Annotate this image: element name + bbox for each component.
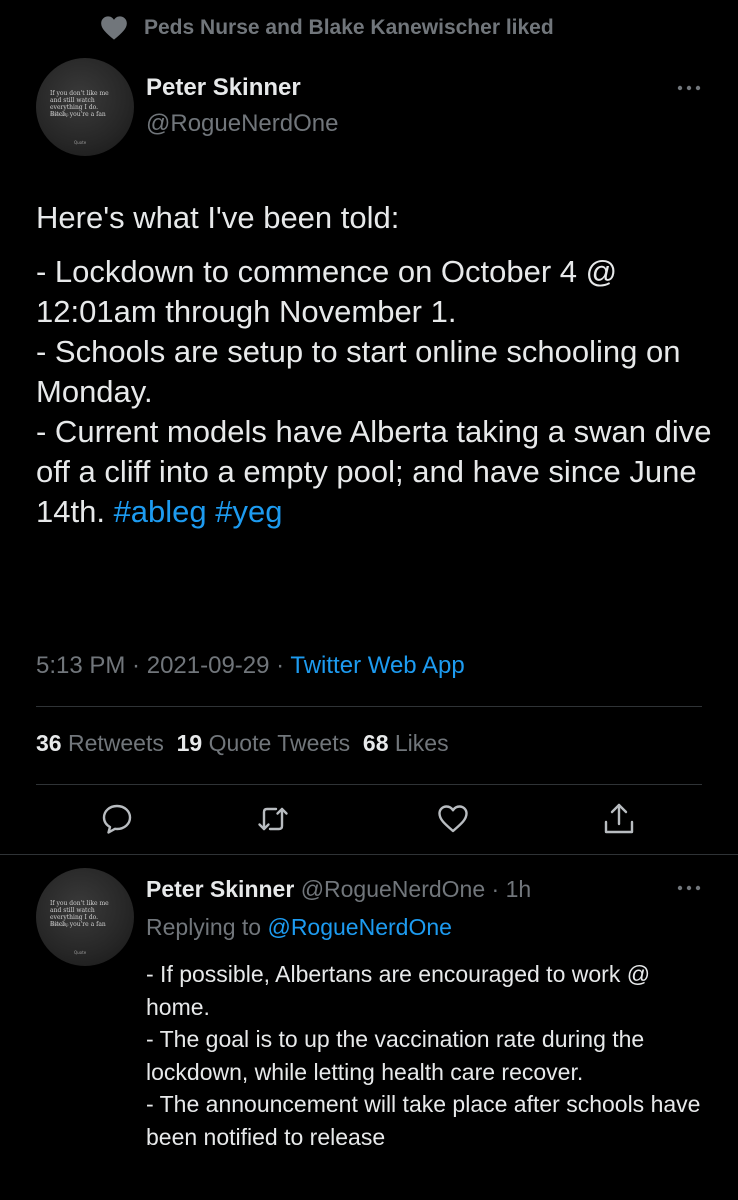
avatar-author: Unknown	[50, 922, 69, 927]
tweet-text: Here's what I've been told: - Lockdown t…	[36, 198, 716, 532]
replying-to-mention[interactable]: @RogueNerdOne	[267, 914, 451, 940]
quotes-stat[interactable]: 19 Quote Tweets	[177, 730, 350, 756]
reply-author-handle[interactable]: @RogueNerdOne	[301, 876, 485, 902]
tweet-line: Here's what I've been told:	[36, 200, 400, 235]
tweet-meta: 5:13 PM · 2021-09-29 · Twitter Web App	[36, 652, 465, 679]
social-context[interactable]: Peds Nurse and Blake Kanewischer liked	[100, 10, 554, 46]
likes-stat[interactable]: 68 Likes	[363, 730, 449, 756]
author-handle[interactable]: @RogueNerdOne	[146, 110, 338, 138]
divider	[36, 784, 702, 785]
heart-icon	[101, 16, 127, 40]
reply-age[interactable]: 1h	[506, 876, 532, 902]
hashtag-ableg[interactable]: #ableg	[114, 494, 207, 529]
reply-text: - If possible, Albertans are encouraged …	[146, 958, 716, 1153]
reply-header: Peter Skinner @RogueNerdOne · 1h	[146, 876, 532, 902]
reply-line: - The announcement will take place after…	[146, 1091, 701, 1150]
more-options-icon[interactable]	[676, 84, 702, 92]
retweets-stat[interactable]: 36 Retweets	[36, 730, 164, 756]
reply-line: - If possible, Albertans are encouraged …	[146, 961, 651, 1020]
divider	[0, 854, 738, 855]
tweet-line: - Current models have Alberta taking a s…	[36, 414, 712, 529]
avatar-watermark: Quote	[74, 950, 87, 955]
reply-avatar[interactable]: If you don't like me and still watch eve…	[36, 868, 134, 966]
author-name[interactable]: Peter Skinner	[146, 74, 301, 102]
tweet-line: - Schools are setup to start online scho…	[36, 334, 681, 409]
like-icon[interactable]	[436, 802, 470, 836]
avatar[interactable]: If you don't like me and still watch eve…	[36, 58, 134, 156]
social-context-text: Peds Nurse and Blake Kanewischer liked	[144, 16, 554, 39]
reply-line: - The goal is to up the vaccination rate…	[146, 1026, 645, 1085]
replying-to: Replying to @RogueNerdOne	[146, 914, 452, 940]
share-icon[interactable]	[602, 802, 636, 836]
tweet-stats: 36 Retweets 19 Quote Tweets 68 Likes	[36, 730, 449, 757]
retweet-icon[interactable]	[256, 802, 290, 836]
tweet-date[interactable]: 2021-09-29	[147, 652, 270, 679]
avatar-author: Unknown	[50, 112, 69, 117]
more-options-icon[interactable]	[676, 884, 702, 892]
reply-icon[interactable]	[100, 802, 134, 836]
tweet-line: - Lockdown to commence on October 4 @ 12…	[36, 254, 618, 329]
reply-author-name[interactable]: Peter Skinner	[146, 876, 294, 902]
tweet-time[interactable]: 5:13 PM	[36, 652, 125, 679]
source-app[interactable]: Twitter Web App	[290, 652, 464, 679]
hashtag-yeg[interactable]: #yeg	[215, 494, 282, 529]
divider	[36, 706, 702, 707]
avatar-watermark: Quote	[74, 140, 87, 145]
